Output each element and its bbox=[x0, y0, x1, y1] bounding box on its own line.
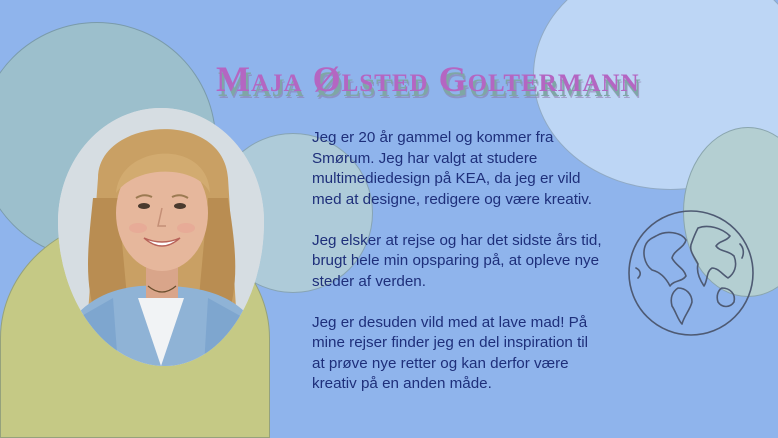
bio-paragraph-travel: Jeg elsker at rejse og har det sidste år… bbox=[312, 231, 602, 290]
bio-text: Jeg er 20 år gammel og kommer fra Smørum… bbox=[312, 128, 647, 415]
page-title: Maja Ølsted Goltermann bbox=[216, 59, 640, 99]
bio-paragraph-intro: Jeg er 20 år gammel og kommer fra Smørum… bbox=[312, 129, 592, 208]
globe-icon bbox=[626, 208, 756, 338]
bio-paragraph-cooking: Jeg er desuden vild med at lave mad! På … bbox=[312, 313, 589, 393]
